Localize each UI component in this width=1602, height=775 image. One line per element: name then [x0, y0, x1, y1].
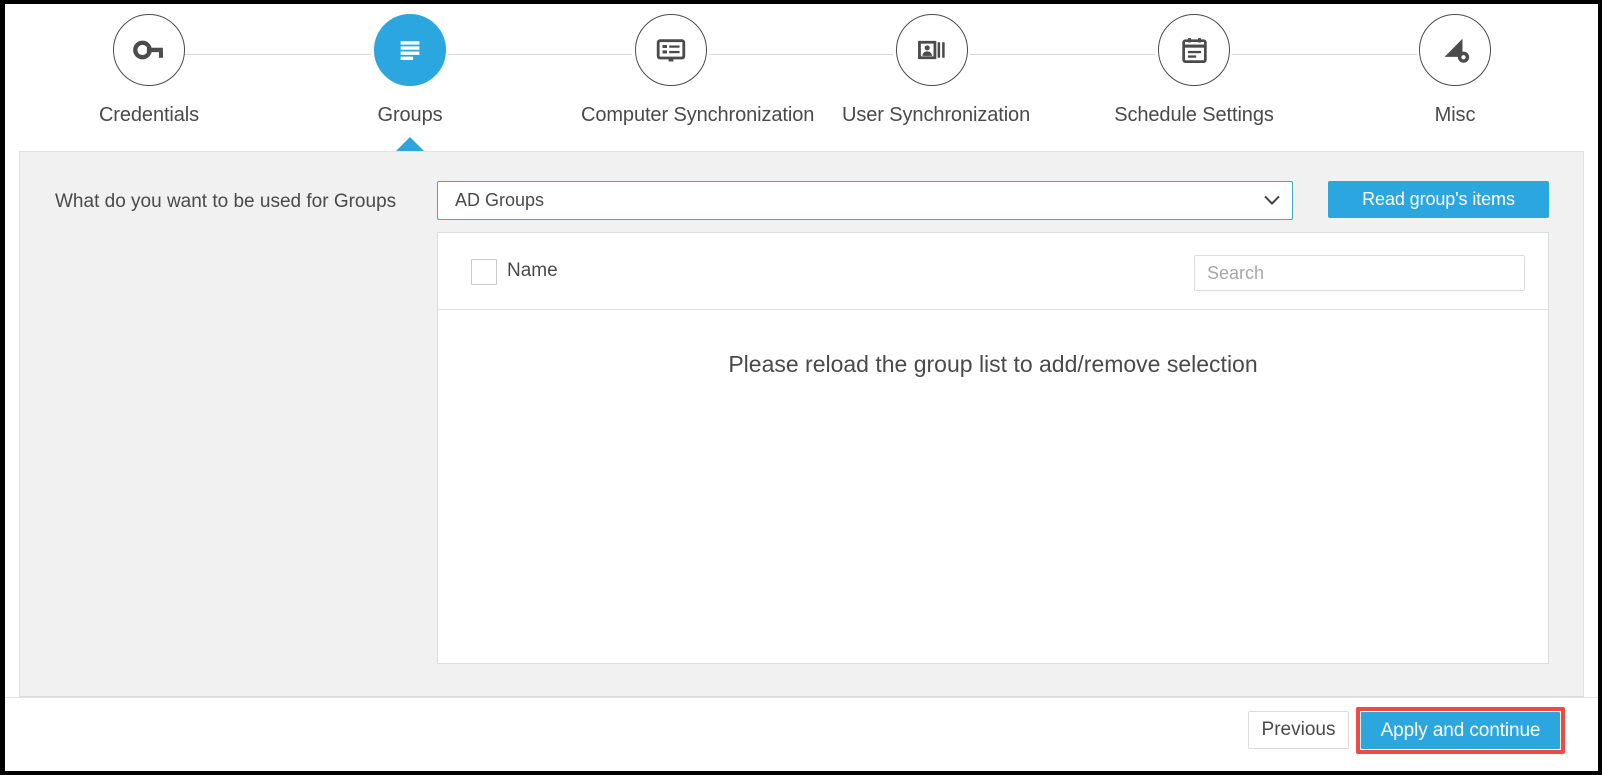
step-connector-4	[970, 54, 1155, 55]
group-source-select-wrapper[interactable]: AD Groups	[437, 181, 1293, 220]
step-circle-schedule-settings[interactable]	[1158, 14, 1230, 86]
step-label-groups: Groups	[377, 104, 443, 126]
screenshot-frame: Credentials Groups Computer Synchronizat…	[0, 0, 1602, 775]
wizard-step-groups[interactable]: Groups	[320, 14, 500, 127]
select-all-checkbox[interactable]	[471, 259, 497, 285]
wizard-step-computer-synchronization[interactable]: Computer Synchronization	[581, 14, 815, 127]
search-input[interactable]	[1194, 255, 1525, 291]
key-icon	[133, 40, 164, 60]
group-source-select[interactable]: AD Groups	[437, 181, 1293, 220]
step-circle-computer-synchronization[interactable]	[635, 14, 707, 86]
step-connector-3	[709, 54, 893, 55]
step-label-misc: Misc	[1434, 104, 1476, 126]
monitor-list-icon	[656, 39, 686, 62]
step-connector-1	[184, 54, 371, 55]
step-connector-2	[448, 54, 632, 55]
step-label-user-synchronization: User Synchronization	[842, 104, 1031, 126]
wizard-page: Credentials Groups Computer Synchronizat…	[5, 4, 1598, 771]
step-circle-groups[interactable]	[374, 14, 446, 86]
previous-button[interactable]: Previous	[1248, 711, 1349, 749]
column-header-name: Name	[507, 260, 558, 281]
active-step-pointer	[396, 137, 424, 151]
wizard-step-misc[interactable]: Misc	[1365, 14, 1545, 127]
step-label-schedule-settings: Schedule Settings	[1114, 104, 1274, 126]
calendar-icon	[1181, 37, 1207, 63]
step-circle-user-synchronization[interactable]	[896, 14, 968, 86]
tools-gear-icon	[1444, 38, 1470, 63]
read-group-items-button[interactable]: Read group's items	[1328, 181, 1549, 218]
step-circle-misc[interactable]	[1419, 14, 1491, 86]
apply-and-continue-button[interactable]: Apply and continue	[1361, 712, 1560, 749]
user-card-icon	[918, 40, 945, 60]
wizard-step-credentials[interactable]: Credentials	[59, 14, 239, 127]
list-lines-icon	[400, 41, 420, 60]
wizard-step-user-synchronization[interactable]: User Synchronization	[842, 14, 1031, 127]
wizard-step-schedule-settings[interactable]: Schedule Settings	[1104, 14, 1284, 127]
step-connector-5	[1232, 54, 1417, 55]
groups-settings-panel: What do you want to be used for Groups A…	[19, 151, 1584, 697]
step-circle-credentials[interactable]	[113, 14, 185, 86]
group-list-header: Name	[438, 233, 1548, 310]
empty-list-message: Please reload the group list to add/remo…	[728, 351, 1258, 377]
step-label-computer-synchronization: Computer Synchronization	[581, 104, 815, 126]
step-label-credentials: Credentials	[98, 104, 200, 126]
group-source-label: What do you want to be used for Groups	[55, 191, 397, 212]
group-list-panel: Name Please reload the group list to add…	[437, 232, 1549, 664]
wizard-step-bar: Credentials Groups Computer Synchronizat…	[5, 4, 1598, 147]
